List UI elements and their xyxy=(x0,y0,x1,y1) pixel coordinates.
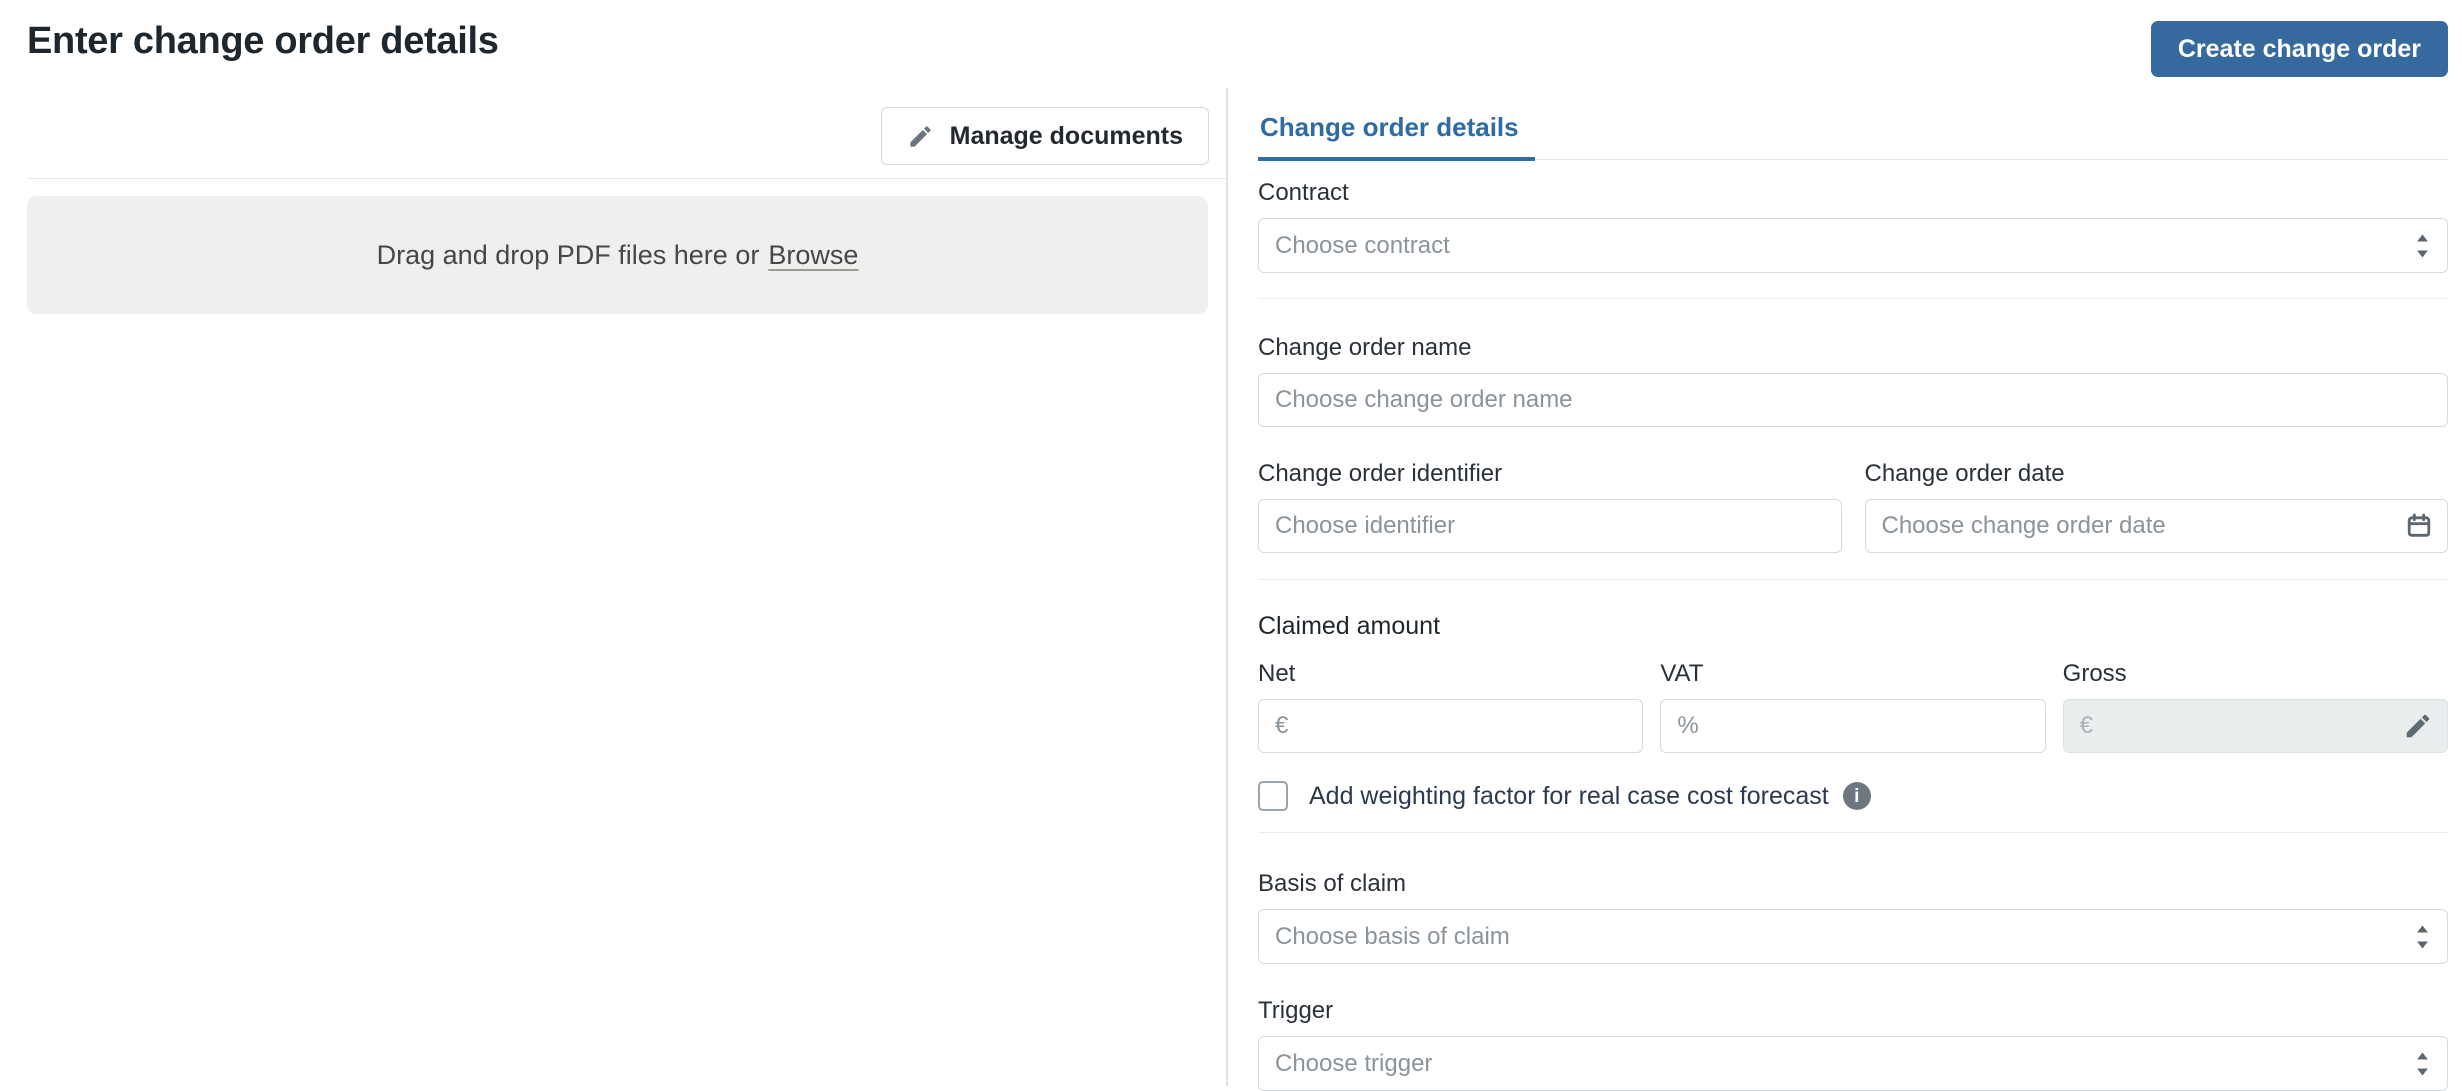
change-order-page: Enter change order details Create change… xyxy=(0,0,2462,1091)
gross-field: Gross xyxy=(2062,659,2448,753)
identifier-field: Change order identifier xyxy=(1258,459,1842,553)
section-divider xyxy=(1258,298,2448,299)
page-title: Enter change order details xyxy=(27,20,499,62)
contract-label: Contract xyxy=(1258,179,1349,206)
change-order-name-label: Change order name xyxy=(1258,334,1472,361)
net-label: Net xyxy=(1258,660,1296,687)
main-content: Manage documents Drag and drop PDF files… xyxy=(0,88,2462,1091)
tab-change-order-details[interactable]: Change order details xyxy=(1258,88,1535,161)
dropzone-text: Drag and drop PDF files here or xyxy=(376,239,760,270)
net-input[interactable] xyxy=(1258,699,1644,753)
calendar-icon[interactable] xyxy=(2405,512,2433,540)
identifier-date-row: Change order identifier Change order dat… xyxy=(1258,459,2448,553)
documents-toolbar: Manage documents xyxy=(0,88,1226,165)
weighting-factor-label: Add weighting factor for real case cost … xyxy=(1309,781,1829,810)
edit-gross-pencil-icon[interactable] xyxy=(2403,711,2433,741)
date-field: Change order date xyxy=(1864,459,2448,553)
change-order-name-field: Change order name xyxy=(1258,333,2448,427)
info-icon[interactable]: i xyxy=(1842,782,1871,810)
weighting-factor-checkbox[interactable] xyxy=(1258,781,1288,811)
gross-input xyxy=(2062,699,2448,753)
date-input[interactable] xyxy=(1864,499,2448,553)
vat-input[interactable] xyxy=(1660,699,2046,753)
weighting-factor-row: Add weighting factor for real case cost … xyxy=(1258,781,2448,811)
create-change-order-button[interactable]: Create change order xyxy=(2150,21,2448,77)
select-arrows-icon xyxy=(2415,231,2430,260)
pdf-dropzone[interactable]: Drag and drop PDF files here or Browse xyxy=(27,196,1208,314)
claimed-amount-heading: Claimed amount xyxy=(1258,612,1441,640)
trigger-placeholder: Choose trigger xyxy=(1275,1049,1433,1077)
trigger-label: Trigger xyxy=(1258,997,1334,1024)
details-tabbar: Change order details xyxy=(1258,88,2448,161)
section-divider xyxy=(1258,579,2448,580)
trigger-field: Trigger Choose trigger xyxy=(1258,996,2448,1091)
section-divider xyxy=(1258,832,2448,833)
identifier-input[interactable] xyxy=(1258,499,1842,553)
vat-field: VAT xyxy=(1660,659,2046,753)
basis-of-claim-placeholder: Choose basis of claim xyxy=(1275,922,1510,950)
browse-link[interactable]: Browse xyxy=(768,240,858,271)
identifier-label: Change order identifier xyxy=(1258,460,1503,487)
contract-select-placeholder: Choose contract xyxy=(1275,231,1450,259)
date-label: Change order date xyxy=(1864,460,2065,487)
claimed-amount-row: Net VAT Gross xyxy=(1258,659,2448,753)
net-field: Net xyxy=(1258,659,1644,753)
basis-of-claim-label: Basis of claim xyxy=(1258,870,1407,897)
documents-panel: Manage documents Drag and drop PDF files… xyxy=(0,88,1228,1086)
manage-documents-button[interactable]: Manage documents xyxy=(880,107,1209,165)
trigger-select[interactable]: Choose trigger xyxy=(1258,1036,2448,1091)
vat-label: VAT xyxy=(1660,660,1704,687)
change-order-details-panel: Change order details Contract Choose con… xyxy=(1228,88,2462,1091)
pencil-icon xyxy=(907,123,934,150)
basis-of-claim-field: Basis of claim Choose basis of claim xyxy=(1258,869,2448,964)
contract-field: Contract Choose contract xyxy=(1258,178,2448,273)
documents-divider xyxy=(27,178,1226,179)
basis-of-claim-select[interactable]: Choose basis of claim xyxy=(1258,909,2448,964)
select-arrows-icon xyxy=(2415,1049,2430,1078)
select-arrows-icon xyxy=(2415,922,2430,951)
manage-documents-label: Manage documents xyxy=(949,121,1183,150)
page-header: Enter change order details Create change… xyxy=(0,0,2462,88)
gross-label: Gross xyxy=(2062,660,2127,687)
change-order-name-input[interactable] xyxy=(1258,373,2448,427)
contract-select[interactable]: Choose contract xyxy=(1258,218,2448,273)
